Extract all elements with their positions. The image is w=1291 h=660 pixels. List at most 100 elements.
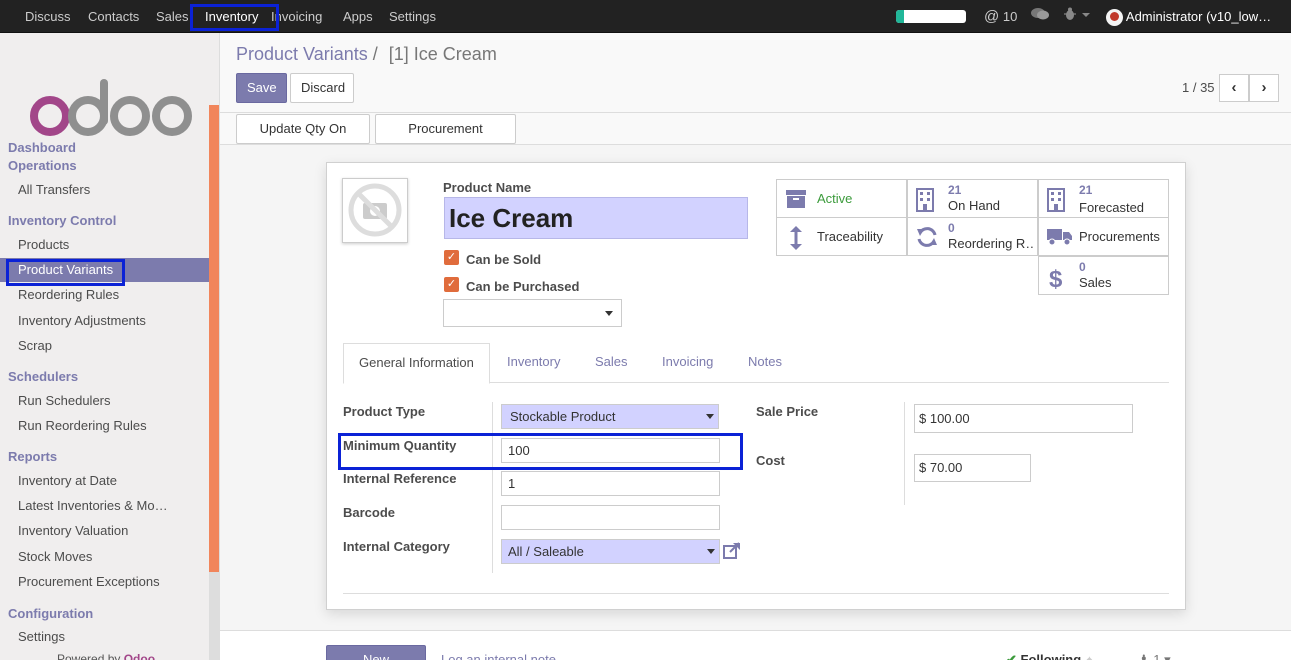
chat-icon[interactable]: [1031, 0, 1049, 33]
cost-label: Cost: [756, 453, 785, 468]
reordering-value: 0: [948, 221, 955, 235]
powered-by: Powered by Odoo: [57, 652, 155, 660]
sales-value: 0: [1079, 260, 1086, 274]
stat-button-sales[interactable]: $ 0 Sales: [1038, 256, 1169, 295]
breadcrumb: Product Variants / [1] Ice Cream: [236, 44, 497, 65]
pager-next-button[interactable]: ›: [1249, 74, 1279, 102]
internal-category-dropdown[interactable]: [703, 540, 719, 563]
sidebar-scrollbar-thumb[interactable]: [209, 105, 219, 572]
internal-category-value: All / Saleable: [508, 544, 584, 559]
mentions-indicator[interactable]: @ 10: [984, 0, 1017, 33]
pager-previous-button[interactable]: ‹: [1219, 74, 1249, 102]
check-icon: ✓: [446, 251, 457, 263]
sale-price-label: Sale Price: [756, 404, 819, 419]
tab-invoicing[interactable]: Invoicing: [647, 343, 728, 383]
sidebar-item-run-schedulers[interactable]: Run Schedulers: [0, 389, 209, 413]
tab-notes[interactable]: Notes: [733, 343, 797, 383]
sidebar-item-product-variants[interactable]: Product Variants: [0, 258, 209, 282]
bell-icon[interactable]: ♠: [1086, 652, 1093, 660]
log-note-link[interactable]: Log an internal note: [441, 652, 556, 660]
sidebar-item-run-reordering-rules[interactable]: Run Reordering Rules: [0, 414, 209, 438]
internal-category-select[interactable]: All / Saleable: [501, 539, 720, 564]
external-link-icon[interactable]: [723, 542, 741, 560]
powered-by-label: Powered by: [57, 652, 121, 660]
pager-value[interactable]: 1 / 35: [1182, 80, 1215, 95]
chevron-left-icon: ‹: [1231, 79, 1237, 96]
stat-button-on-hand[interactable]: 21 On Hand: [907, 179, 1038, 218]
caret-down-icon: [706, 414, 714, 419]
section-inventory-control[interactable]: Inventory Control: [8, 213, 116, 228]
save-button[interactable]: Save: [236, 73, 287, 103]
barcode-input[interactable]: [501, 505, 720, 530]
stat-button-traceability[interactable]: Traceability: [776, 217, 907, 256]
sidebar-item-scrap[interactable]: Scrap: [0, 334, 209, 358]
product-name-input[interactable]: Ice Cream: [444, 197, 748, 239]
caret-down-icon: [707, 549, 715, 554]
sidebar-item-inventory-adjustments[interactable]: Inventory Adjustments: [0, 309, 209, 333]
cost-input[interactable]: $ 70.00: [914, 454, 1031, 482]
followers-button[interactable]: ♟ 1 ▾: [1138, 652, 1171, 660]
powered-by-brand[interactable]: Odoo: [124, 652, 155, 660]
menu-invoicing[interactable]: Invoicing: [271, 0, 327, 33]
progress-fill: [896, 10, 905, 23]
progress-bar: [896, 10, 966, 23]
user-menu[interactable]: Administrator (v10_low…: [1106, 0, 1271, 33]
field-divider-left: [492, 402, 493, 573]
breadcrumb-separator: /: [372, 44, 378, 64]
chatter: New message Log an internal note ✔ Follo…: [220, 630, 1291, 660]
menu-sales[interactable]: Sales: [156, 0, 189, 33]
stat-button-procurements[interactable]: Procurements: [1038, 217, 1169, 256]
menu-settings[interactable]: Settings: [389, 0, 436, 33]
sidebar-item-settings[interactable]: Settings: [0, 625, 209, 649]
discard-button[interactable]: Discard: [290, 73, 354, 103]
sidebar-item-procurement-exceptions[interactable]: Procurement Exceptions: [0, 570, 209, 594]
minimum-quantity-input[interactable]: 100: [501, 438, 720, 463]
stat-button-forecasted[interactable]: 21 Forecasted: [1038, 179, 1169, 218]
section-reports[interactable]: Reports: [8, 449, 57, 464]
sidebar-item-latest-inventories[interactable]: Latest Inventories & Mo…: [0, 494, 209, 518]
sidebar-scrollbar-track[interactable]: [209, 572, 219, 660]
section-schedulers[interactable]: Schedulers: [8, 369, 78, 384]
internal-reference-input[interactable]: 1: [501, 471, 720, 496]
sidebar-item-inventory-valuation[interactable]: Inventory Valuation: [0, 519, 209, 543]
section-configuration[interactable]: Configuration: [8, 606, 93, 621]
stat-button-active[interactable]: Active: [776, 179, 907, 218]
can-be-sold-checkbox[interactable]: ✓: [444, 250, 459, 265]
sales-label: Sales: [1079, 275, 1112, 290]
internal-reference-label: Internal Reference: [343, 471, 457, 486]
product-image[interactable]: [342, 178, 408, 243]
menu-apps[interactable]: Apps: [343, 0, 373, 33]
can-be-purchased-checkbox[interactable]: ✓: [444, 277, 459, 292]
on-hand-label: On Hand: [948, 198, 1001, 213]
tab-inventory[interactable]: Inventory: [492, 343, 575, 383]
archive-icon: [786, 190, 806, 208]
tab-general-information[interactable]: General Information: [343, 343, 490, 384]
menu-contacts[interactable]: Contacts: [88, 0, 139, 33]
sidebar-item-stock-moves[interactable]: Stock Moves: [0, 545, 209, 569]
check-icon: ✔: [1006, 652, 1017, 660]
company-select[interactable]: [443, 299, 622, 327]
update-qty-on-hand-button[interactable]: Update Qty On Hand: [236, 114, 370, 164]
new-message-button[interactable]: New message: [326, 645, 426, 660]
product-type-label: Product Type: [343, 404, 426, 419]
section-operations[interactable]: Operations: [8, 158, 77, 173]
sidebar-item-products[interactable]: Products: [0, 233, 209, 257]
sidebar-item-all-transfers[interactable]: All Transfers: [0, 178, 209, 202]
menu-discuss[interactable]: Discuss: [25, 0, 71, 33]
section-dashboard[interactable]: Dashboard: [8, 140, 76, 155]
stat-button-reordering[interactable]: 0 Reordering R…: [907, 217, 1038, 256]
debug-bug-icon[interactable]: [1064, 0, 1090, 33]
building-icon: [1047, 188, 1065, 212]
procurement-request-button[interactable]: Procurement Request: [375, 114, 516, 164]
sale-price-input[interactable]: $ 100.00: [914, 404, 1133, 433]
menu-invoicing-label: Invoicing: [271, 9, 323, 24]
sidebar-item-reordering-rules[interactable]: Reordering Rules: [0, 283, 209, 307]
form-sheet: Product Name Ice Cream ✓ Can be Sold ✓ C…: [326, 162, 1186, 610]
breadcrumb-product-variants[interactable]: Product Variants: [236, 44, 368, 64]
minimum-quantity-label: Minimum Quantity: [343, 438, 457, 453]
tab-sales[interactable]: Sales: [580, 343, 643, 383]
menu-inventory[interactable]: Inventory: [205, 0, 258, 33]
following-button[interactable]: ✔ Following: [1006, 652, 1081, 660]
sidebar-item-inventory-at-date[interactable]: Inventory at Date: [0, 469, 209, 493]
product-type-select[interactable]: Stockable Product: [501, 404, 719, 429]
